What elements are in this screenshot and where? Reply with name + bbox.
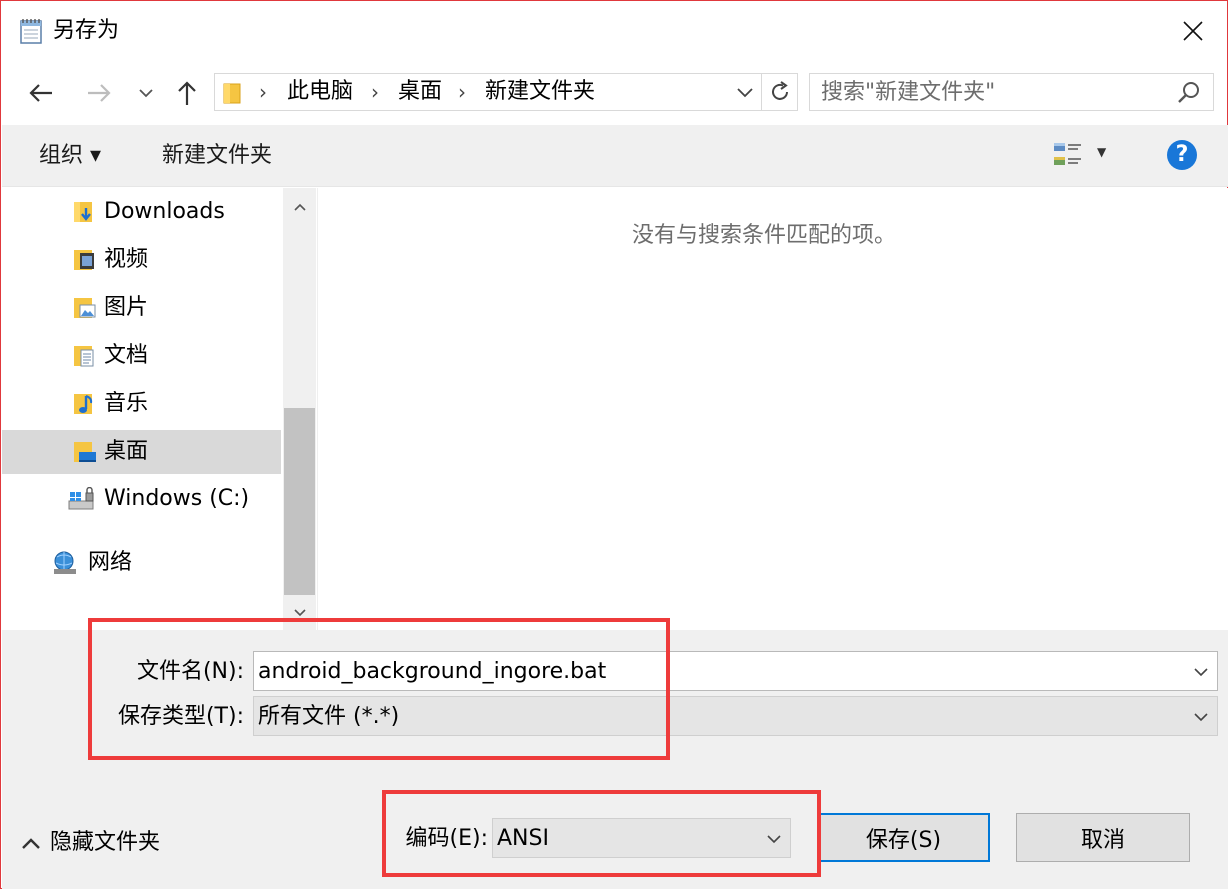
title-bar: 另存为 [1,1,1227,61]
filetype-label: 保存类型(T): [117,704,244,729]
chevron-up-icon [22,838,40,849]
breadcrumb-separator: › [458,80,466,104]
drive-icon [68,487,94,510]
close-icon [1183,21,1203,41]
pictures-folder-icon [74,298,96,318]
filename-dropdown-button[interactable] [1190,662,1212,682]
sidebar-item-videos[interactable]: 视频 [2,238,281,282]
view-options-dropdown[interactable]: ▼ [1097,145,1106,159]
close-button[interactable] [1163,5,1223,57]
network-icon [54,551,76,574]
downloads-folder-icon [74,202,92,222]
chevron-down-icon [293,609,306,617]
forward-arrow-icon [88,84,111,102]
videos-folder-icon [74,250,94,270]
search-icon[interactable] [1176,81,1202,105]
sidebar-item-label: Windows (C:) [104,486,250,511]
encoding-label: 编码(E): [405,826,488,851]
scroll-thumb[interactable] [284,408,315,595]
window-title: 另存为 [53,18,120,43]
sidebar-item-label: Downloads [104,199,225,224]
sidebar-item-label: 音乐 [104,391,149,416]
breadcrumb-desktop[interactable]: 桌面 [398,78,442,106]
navigation-bar: › 此电脑 › 桌面 › 新建文件夹 搜索"新建文件夹" [1,67,1227,119]
encoding-select[interactable]: ANSI [492,818,791,858]
filename-field[interactable]: android_background_ingore.bat [253,651,1218,691]
change-view-icon[interactable] [1053,140,1083,170]
filetype-value: 所有文件 (*.*) [258,704,400,729]
filetype-dropdown-button[interactable] [1190,707,1212,727]
hide-folders-label: 隐藏文件夹 [50,830,161,855]
up-button[interactable] [169,73,205,113]
chevron-down-icon [767,834,781,843]
forward-button[interactable] [81,73,117,113]
breadcrumb-separator: › [371,80,379,104]
back-arrow-icon [29,84,52,102]
sidebar-item-label: 桌面 [104,439,149,464]
navigation-pane-scrollbar[interactable] [283,188,316,630]
notepad-icon [20,19,42,44]
save-button[interactable]: 保存(S) [817,813,990,862]
filetype-select[interactable]: 所有文件 (*.*) [253,696,1218,736]
file-list-area[interactable]: 没有与搜索条件匹配的项。 [317,188,1228,630]
scroll-up-button[interactable] [283,194,316,220]
breadcrumb-this-pc[interactable]: 此电脑 [287,78,353,106]
chevron-down-icon [1194,667,1208,676]
empty-results-message: 没有与搜索条件匹配的项。 [632,223,897,248]
filename-value: android_background_ingore.bat [258,659,607,684]
sidebar-item-network[interactable]: 网络 [2,541,281,585]
sidebar-item-drive-c[interactable]: Windows (C:) [2,477,281,521]
search-input[interactable]: 搜索"新建文件夹" [809,73,1214,111]
help-icon[interactable]: ? [1167,140,1197,170]
sidebar-item-downloads[interactable]: Downloads [2,190,281,234]
encoding-value: ANSI [497,826,549,851]
chevron-down-icon [737,88,753,98]
sidebar-item-label: 图片 [104,295,149,320]
breadcrumb-separator: › [259,80,267,104]
documents-folder-icon [74,346,94,367]
chevron-down-icon [1194,712,1208,721]
cancel-button[interactable]: 取消 [1016,813,1190,862]
folder-icon [223,83,241,104]
scroll-down-button[interactable] [283,600,316,626]
save-as-dialog: 另存为 › 此电脑 › 桌面 › 新建文件夹 搜索"新建文件夹" 组织 ▾ 新建… [0,0,1228,889]
sidebar-item-label: 视频 [104,247,149,272]
search-placeholder: 搜索"新建文件夹" [821,80,996,105]
organize-menu[interactable]: 组织 ▾ [39,141,101,171]
up-arrow-icon [178,81,196,105]
new-folder-button[interactable]: 新建文件夹 [162,141,272,171]
refresh-button[interactable] [762,73,798,111]
back-button[interactable] [23,73,59,113]
address-bar[interactable]: › 此电脑 › 桌面 › 新建文件夹 [214,73,762,111]
sidebar-item-desktop[interactable]: 桌面 [2,430,281,474]
recent-locations-button[interactable] [131,73,161,113]
chevron-down-icon [139,89,153,98]
refresh-icon [771,81,788,100]
save-options-panel: 文件名(N): android_background_ingore.bat 保存… [2,630,1228,889]
breadcrumb-new-folder[interactable]: 新建文件夹 [485,78,595,106]
sidebar-item-pictures[interactable]: 图片 [2,286,281,330]
sidebar-item-music[interactable]: 音乐 [2,382,281,426]
sidebar-item-documents[interactable]: 文档 [2,334,281,378]
command-toolbar: 组织 ▾ 新建文件夹 ▼ ? [2,125,1228,187]
sidebar-item-label: 网络 [88,550,133,575]
desktop-folder-icon [74,442,96,462]
chevron-up-icon [293,203,306,211]
filename-label: 文件名(N): [136,659,244,684]
music-folder-icon [74,394,93,414]
sidebar-item-label: 文档 [104,343,149,368]
encoding-dropdown-button[interactable] [763,829,785,849]
navigation-pane: Downloads 视频 图片 文档 音乐 桌面 Windows (C:) 网络 [2,188,316,630]
address-dropdown-button[interactable] [730,80,760,106]
